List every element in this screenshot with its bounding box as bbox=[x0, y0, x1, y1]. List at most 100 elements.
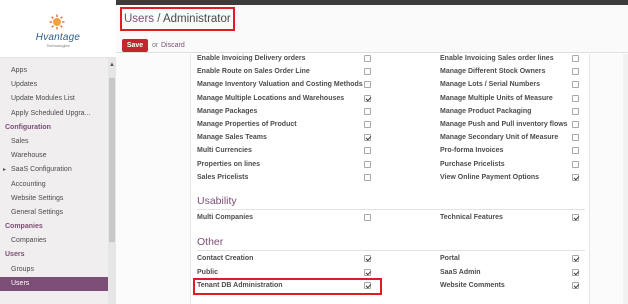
checkbox-pro-forma-invoices[interactable] bbox=[572, 147, 579, 155]
sidebar-item-label: Website Settings bbox=[11, 194, 64, 202]
sidebar-item-accounting[interactable]: Accounting bbox=[0, 178, 108, 192]
sidebar-item-saas-configuration[interactable]: ▸ SaaS Configuration bbox=[0, 163, 108, 177]
sidebar-item-users[interactable]: Users bbox=[0, 276, 108, 291]
sidebar-item-companies[interactable]: Companies bbox=[0, 234, 108, 248]
sidebar-item-label: Users bbox=[5, 251, 25, 259]
access-right-label: Manage Secondary Unit of Measure bbox=[440, 134, 559, 142]
sidebar-item-apps[interactable]: Apps bbox=[0, 64, 108, 78]
sidebar-item-website-settings[interactable]: Website Settings bbox=[0, 192, 108, 206]
checkbox-view-online-payment-options[interactable] bbox=[572, 173, 579, 181]
sidebar-item-label: Update Modules List bbox=[11, 95, 75, 103]
sidebar-item-label: Accounting bbox=[11, 180, 46, 188]
sidebar-section-companies: Companies bbox=[0, 220, 108, 234]
checkbox-manage-secondary-unit-of-measure[interactable] bbox=[572, 134, 579, 142]
sidebar-section-configuration: Configuration bbox=[0, 121, 108, 135]
breadcrumb-current: Administrator bbox=[162, 13, 231, 25]
checkbox-enable-route-on-sales-order-line[interactable] bbox=[364, 68, 371, 76]
access-right-label: Manage Multiple Units of Measure bbox=[440, 94, 553, 102]
access-right-label: Manage Packages bbox=[197, 107, 258, 115]
access-right-label: Manage Sales Teams bbox=[197, 134, 267, 142]
checkbox-properties-on-lines[interactable] bbox=[364, 160, 371, 168]
checkbox-manage-push-and-pull-inventory-flows[interactable] bbox=[572, 121, 579, 128]
checkbox-multi-currencies[interactable] bbox=[364, 147, 371, 155]
sidebar-section-users: Users bbox=[0, 248, 108, 262]
sidebar-item-sales[interactable]: Sales bbox=[0, 135, 108, 149]
access-right-label: Multi Companies bbox=[197, 214, 254, 221]
scroll-up-arrow-icon[interactable]: ▲ bbox=[109, 62, 115, 68]
checkbox-manage-packages[interactable] bbox=[364, 107, 371, 115]
sidebar-item-label: Companies bbox=[5, 223, 43, 231]
other-divider bbox=[197, 250, 585, 251]
sidebar-item-label: Apply Scheduled Upgra... bbox=[11, 109, 91, 117]
sidebar-item-label: General Settings bbox=[11, 208, 64, 216]
sidebar-scrollbar-thumb[interactable] bbox=[109, 78, 115, 242]
access-right-label: Manage Lots / Serial Numbers bbox=[440, 81, 540, 89]
usability-divider bbox=[197, 209, 585, 210]
checkbox-sales-pricelists[interactable] bbox=[364, 173, 371, 181]
sidebar-item-label: Configuration bbox=[5, 123, 51, 131]
access-right-label: Tenant DB Administration bbox=[197, 282, 283, 290]
usability-section-title: Usability bbox=[197, 195, 237, 207]
sidebar-item-groups[interactable]: Groups bbox=[0, 263, 108, 277]
access-right-label: Website Comments bbox=[440, 282, 505, 290]
sidebar-scrollbar[interactable]: ▲ bbox=[108, 58, 116, 304]
access-right-label: View Online Payment Options bbox=[440, 173, 540, 181]
checkbox-saas-admin[interactable] bbox=[572, 268, 579, 276]
logo[interactable]: Hvantage Technologies bbox=[0, 0, 116, 58]
sidebar-item-warehouse[interactable]: Warehouse bbox=[0, 149, 108, 163]
access-right-label: Manage Product Packaging bbox=[440, 107, 532, 115]
access-right-label: Portal bbox=[440, 255, 460, 262]
logo-text: Hvantage bbox=[35, 32, 81, 43]
access-right-label: Enable Invoicing Sales order lines bbox=[440, 55, 554, 62]
save-button[interactable]: Save bbox=[122, 39, 148, 52]
sidebar-item-apply-scheduled-upgra[interactable]: Apply Scheduled Upgra... bbox=[0, 107, 108, 121]
checkbox-manage-different-stock-owners[interactable] bbox=[572, 68, 579, 76]
breadcrumb: Users / Administrator bbox=[120, 7, 235, 31]
sidebar-item-update-modules-list[interactable]: Update Modules List bbox=[0, 92, 108, 106]
main-scrollbar[interactable] bbox=[623, 54, 628, 304]
form-header: Users / Administrator Save or Discard bbox=[116, 5, 628, 53]
logo-subtext: Technologies bbox=[46, 43, 70, 48]
access-right-label: Multi Currencies bbox=[197, 147, 252, 155]
sidebar-item-general-settings[interactable]: General Settings bbox=[0, 206, 108, 220]
checkbox-manage-properties-of-product[interactable] bbox=[364, 121, 371, 128]
checkbox-website-comments[interactable] bbox=[572, 282, 579, 290]
checkbox-manage-sales-teams[interactable] bbox=[364, 134, 371, 142]
sidebar-item-label: Warehouse bbox=[11, 152, 47, 160]
access-right-label: Manage Inventory Valuation and Costing M… bbox=[197, 81, 363, 89]
sidebar-item-label: Companies bbox=[11, 237, 47, 245]
main-content: Usability Other Enable Invoicing Deliver… bbox=[116, 54, 628, 304]
checkbox-multi-companies[interactable] bbox=[364, 214, 371, 221]
expand-caret-icon[interactable]: ▸ bbox=[3, 163, 6, 177]
discard-link[interactable]: Discard bbox=[161, 39, 185, 52]
sidebar-item-label: Apps bbox=[11, 67, 27, 74]
sidebar: Hvantage Technologies Apps Updates Update … bbox=[0, 0, 116, 304]
access-right-label: Sales Pricelists bbox=[197, 173, 249, 181]
access-right-label: Purchase Pricelists bbox=[440, 160, 505, 168]
checkbox-manage-lots-serial-numbers[interactable] bbox=[572, 81, 579, 89]
checkbox-manage-product-packaging[interactable] bbox=[572, 107, 579, 115]
checkbox-enable-invoicing-delivery-orders[interactable] bbox=[364, 55, 371, 62]
checkbox-enable-invoicing-sales-order-lines[interactable] bbox=[572, 55, 579, 62]
sidebar-item-label: Groups bbox=[11, 265, 34, 273]
checkbox-public[interactable] bbox=[364, 268, 371, 276]
checkbox-tenant-db-administration[interactable] bbox=[364, 282, 371, 290]
checkbox-manage-inventory-valuation-and-costing-methods[interactable] bbox=[364, 81, 371, 89]
sidebar-item-label: SaaS Configuration bbox=[11, 166, 72, 174]
sidebar-menu: Apps Updates Update Modules List Apply Sche… bbox=[0, 64, 108, 291]
breadcrumb-separator: / bbox=[154, 13, 163, 25]
checkbox-technical-features[interactable] bbox=[572, 214, 579, 221]
access-right-label: Manage Push and Pull inventory flows bbox=[440, 121, 568, 128]
checkbox-purchase-pricelists[interactable] bbox=[572, 160, 579, 168]
access-right-label: SaaS Admin bbox=[440, 268, 481, 276]
sidebar-item-updates[interactable]: Updates bbox=[0, 78, 108, 92]
access-right-label: Manage Properties of Product bbox=[197, 121, 297, 128]
checkbox-manage-multiple-units-of-measure[interactable] bbox=[572, 94, 579, 102]
access-right-label: Technical Features bbox=[440, 214, 503, 221]
breadcrumb-users-link[interactable]: Users bbox=[124, 13, 154, 25]
checkbox-manage-multiple-locations-and-warehouses[interactable] bbox=[364, 94, 371, 102]
access-right-label: Public bbox=[197, 268, 219, 276]
checkbox-portal[interactable] bbox=[572, 255, 579, 262]
checkbox-contact-creation[interactable] bbox=[364, 255, 371, 262]
sidebar-item-label: Updates bbox=[11, 81, 38, 89]
